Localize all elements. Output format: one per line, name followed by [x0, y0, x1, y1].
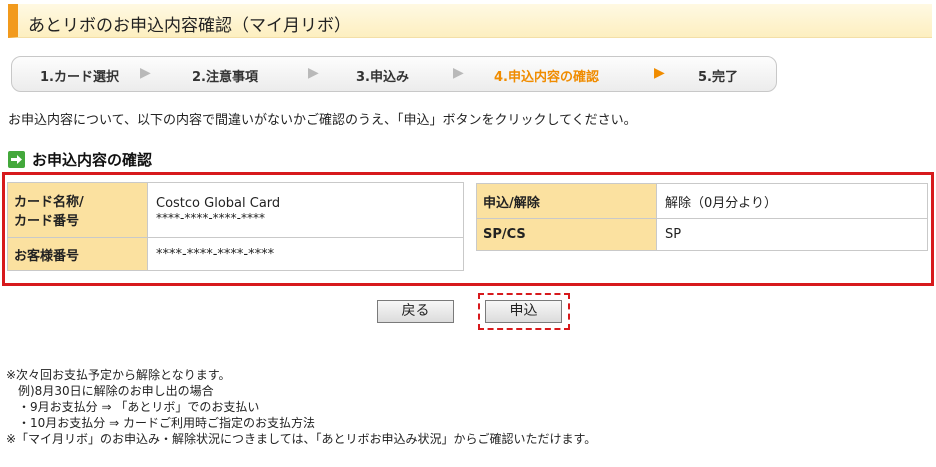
note-line: 例)8月30日に解除のお申し出の場合: [6, 384, 214, 398]
note-line: ※「マイ月リボ」のお申込み・解除状況につきましては、「あとリボお申込み状況」から…: [6, 432, 597, 446]
page-title-bar: あとリボのお申込内容確認（マイ月リボ）: [8, 4, 932, 38]
step-arrow-active-icon: ▶: [654, 65, 665, 81]
card-number: ****-****-****-****: [156, 210, 265, 225]
apply-button[interactable]: 申込: [485, 300, 562, 323]
customer-header-cell: お客様番号: [7, 237, 148, 271]
note-line: ・10月お支払分 ⇒ カードご利用時ご指定のお支払方法: [6, 416, 315, 430]
card-name: Costco Global Card: [156, 195, 281, 211]
section-title: お申込内容の確認: [32, 151, 153, 169]
step-progress-bar: 1.カード選択 ▶ 2.注意事項 ▶ 3.申込み ▶ 4.申込内容の確認 ▶ 5…: [11, 56, 777, 92]
note-line: ・9月お支払分 ⇒ 「あとリボ」でのお支払い: [6, 400, 260, 414]
spcs-header-cell: SP/CS: [476, 218, 657, 251]
step-3: 3.申込み: [356, 70, 409, 85]
table-row: 申込/解除 解除（0月分より）: [476, 183, 928, 219]
table-row: SP/CS SP: [476, 218, 928, 251]
application-info-table: 申込/解除 解除（0月分より） SP/CS SP: [476, 183, 928, 251]
step-1: 1.カード選択: [40, 70, 119, 85]
card-header-cell: カード名称/ カード番号: [7, 182, 148, 238]
apply-header-cell: 申込/解除: [476, 183, 657, 219]
customer-number: ****-****-****-****: [147, 237, 464, 271]
card-header-label-2: カード番号: [14, 214, 80, 229]
page-title: あとリボのお申込内容確認（マイ月リボ）: [28, 16, 351, 36]
step-4-current: 4.申込内容の確認: [494, 70, 599, 85]
table-row: カード名称/ カード番号 Costco Global Card ****-***…: [7, 182, 464, 238]
step-5: 5.完了: [698, 70, 738, 85]
card-info-table: カード名称/ カード番号 Costco Global Card ****-***…: [7, 182, 464, 271]
step-arrow-icon: ▶: [308, 65, 319, 81]
step-arrow-icon: ▶: [453, 65, 464, 81]
card-header-label-1: カード名称/: [14, 195, 84, 210]
card-value-cell: Costco Global Card ****-****-****-****: [147, 182, 464, 238]
step-2: 2.注意事項: [192, 70, 258, 85]
step-arrow-icon: ▶: [140, 65, 151, 81]
table-row: お客様番号 ****-****-****-****: [7, 237, 464, 271]
spcs-value: SP: [656, 218, 928, 251]
notes-section: ※次々回お支払予定から解除となります。 例)8月30日に解除のお申し出の場合 ・…: [6, 367, 596, 447]
intro-text: お申込内容について、以下の内容で間違いがないかご確認のうえ、「申込」ボタンをクリ…: [8, 113, 637, 128]
arrow-right-icon: [8, 151, 25, 168]
apply-value: 解除（0月分より）: [656, 183, 928, 219]
back-button[interactable]: 戻る: [377, 300, 454, 323]
note-line: ※次々回お支払予定から解除となります。: [6, 368, 231, 382]
